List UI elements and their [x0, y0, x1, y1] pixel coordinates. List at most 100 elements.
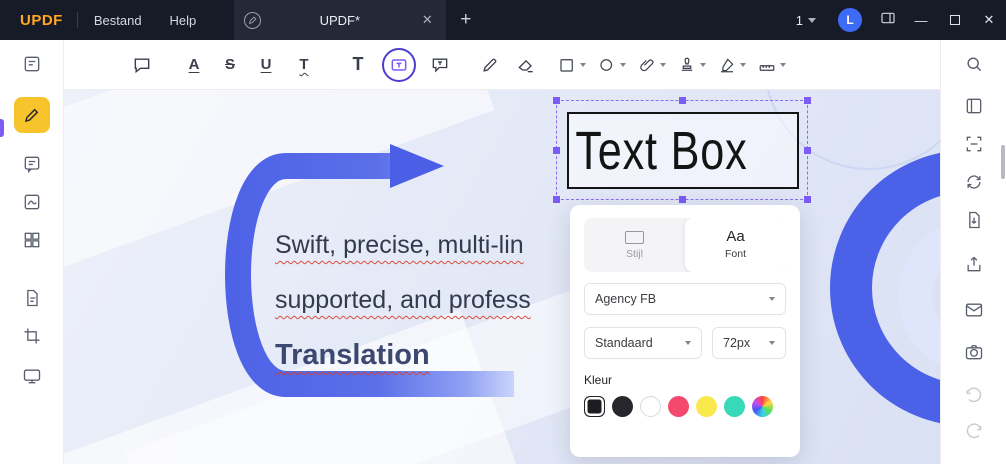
collapse-panel-icon[interactable]: [880, 10, 896, 31]
comment-tool[interactable]: [128, 50, 156, 80]
squiggly-tool[interactable]: T: [290, 50, 318, 80]
highlight-tool[interactable]: A: [180, 50, 208, 80]
resize-handle-w[interactable]: [553, 147, 560, 154]
redo-icon[interactable]: [963, 421, 985, 443]
resize-handle-ne[interactable]: [804, 97, 811, 104]
underline-tool[interactable]: U: [252, 50, 280, 80]
slideshow-icon[interactable]: [21, 365, 43, 387]
email-icon[interactable]: [963, 299, 985, 321]
swatch-black-selected[interactable]: [584, 396, 605, 417]
font-size-select[interactable]: 72px: [712, 327, 786, 359]
resize-handle-e[interactable]: [804, 147, 811, 154]
search-icon[interactable]: [963, 53, 985, 75]
screenshot-icon[interactable]: [963, 341, 985, 363]
text-tool[interactable]: T: [344, 50, 372, 80]
convert-icon[interactable]: [963, 171, 985, 193]
left-sidebar: [0, 40, 64, 464]
resize-handle-s[interactable]: [679, 196, 686, 203]
text-glyph: T: [352, 54, 364, 74]
scrollbar-thumb[interactable]: [1001, 145, 1005, 179]
document-tab[interactable]: UPDF* ✕: [234, 0, 447, 40]
minimize-button[interactable]: —: [904, 0, 938, 40]
crop-icon[interactable]: [21, 325, 43, 347]
compress-icon[interactable]: [963, 209, 985, 231]
right-sidebar: [940, 40, 1006, 464]
resize-handle-n[interactable]: [679, 97, 686, 104]
textbox-border[interactable]: Text Box: [567, 112, 799, 189]
swatch-dark[interactable]: [612, 396, 633, 417]
chevron-down-icon: [580, 62, 586, 67]
doc-heading: Translation: [275, 339, 430, 371]
fill-sign-icon[interactable]: [21, 191, 43, 213]
swatch-yellow[interactable]: [696, 396, 717, 417]
page-indicator[interactable]: 1: [796, 13, 816, 28]
menu-help[interactable]: Help: [170, 13, 197, 28]
comment-icon[interactable]: [21, 153, 43, 175]
annotation-toolbar: A S U T T: [64, 40, 940, 90]
undo-icon[interactable]: [963, 385, 985, 407]
resize-handle-sw[interactable]: [553, 196, 560, 203]
pdf-canvas[interactable]: Swift, precise, multi-lin supported, and…: [64, 90, 940, 464]
doc-line-2: supported, and profess: [275, 286, 531, 314]
active-tool-indicator: [0, 119, 4, 137]
text-box-tool[interactable]: [382, 47, 416, 82]
stamp-tool[interactable]: [678, 50, 706, 80]
textbox-content[interactable]: Text Box: [569, 120, 747, 182]
chevron-down-icon: [660, 62, 666, 67]
color-label: Kleur: [584, 373, 613, 387]
new-tab-button[interactable]: +: [460, 9, 471, 31]
tab-style[interactable]: Stijl: [584, 218, 685, 272]
font-aa-icon: Aa: [726, 228, 745, 245]
font-size-value: 72px: [723, 336, 751, 350]
underline-glyph: U: [260, 56, 272, 73]
avatar[interactable]: L: [838, 8, 862, 32]
page-edit-icon[interactable]: [21, 287, 43, 309]
page-panel-icon[interactable]: [963, 95, 985, 117]
style-rect-icon: [625, 230, 644, 244]
swatch-red[interactable]: [668, 396, 689, 417]
chevron-down-icon: [780, 62, 786, 67]
tab-close-icon[interactable]: ✕: [418, 12, 436, 28]
maximize-button[interactable]: [938, 0, 972, 40]
resize-handle-nw[interactable]: [553, 97, 560, 104]
color-swatches: [584, 396, 786, 417]
callout-tool[interactable]: [426, 50, 454, 80]
attachment-tool[interactable]: [638, 50, 666, 80]
panel-tabs: Stijl Aa Font: [584, 218, 786, 272]
highlight-glyph: A: [188, 56, 200, 73]
page-number: 1: [795, 12, 803, 28]
strikethrough-tool[interactable]: S: [216, 50, 244, 80]
chevron-down-icon: [769, 341, 775, 345]
font-style-value: Standaard: [595, 336, 653, 350]
document-text: Swift, precise, multi-lin supported, and…: [275, 218, 531, 383]
measure-tool[interactable]: [758, 50, 786, 80]
signature-tool[interactable]: [718, 50, 746, 80]
swatch-white[interactable]: [640, 396, 661, 417]
shape-rect-tool[interactable]: [558, 50, 586, 80]
font-family-select[interactable]: Agency FB: [584, 283, 786, 315]
tab-title: UPDF*: [319, 12, 361, 28]
resize-handle-se[interactable]: [804, 196, 811, 203]
tab-font[interactable]: Aa Font: [685, 218, 786, 272]
menu-file[interactable]: Bestand: [94, 13, 142, 28]
eraser-tool[interactable]: [512, 50, 540, 80]
tab-font-label: Font: [724, 248, 746, 260]
pencil-tool[interactable]: [476, 50, 504, 80]
edit-pdf-icon[interactable]: [13, 97, 50, 133]
share-icon[interactable]: [963, 253, 985, 275]
textbox-properties-panel: Stijl Aa Font Agency FB Standaard 72px K…: [570, 205, 800, 457]
doc-line-1: Swift, precise, multi-lin: [275, 231, 524, 259]
font-style-select[interactable]: Standaard: [584, 327, 702, 359]
ocr-icon[interactable]: [963, 133, 985, 155]
swatch-teal[interactable]: [724, 396, 745, 417]
swatch-rainbow[interactable]: [752, 396, 773, 417]
chevron-down-icon: [740, 62, 746, 67]
textbox-selection[interactable]: Text Box: [553, 97, 811, 203]
close-button[interactable]: ✕: [972, 0, 1006, 40]
organize-pages-icon[interactable]: [21, 229, 43, 251]
chevron-down-icon: [700, 62, 706, 67]
squiggly-glyph: T: [299, 56, 309, 73]
view-mode-icon[interactable]: [21, 53, 43, 75]
app-logo: UPDF: [20, 11, 63, 29]
shape-ellipse-tool[interactable]: [598, 50, 626, 80]
